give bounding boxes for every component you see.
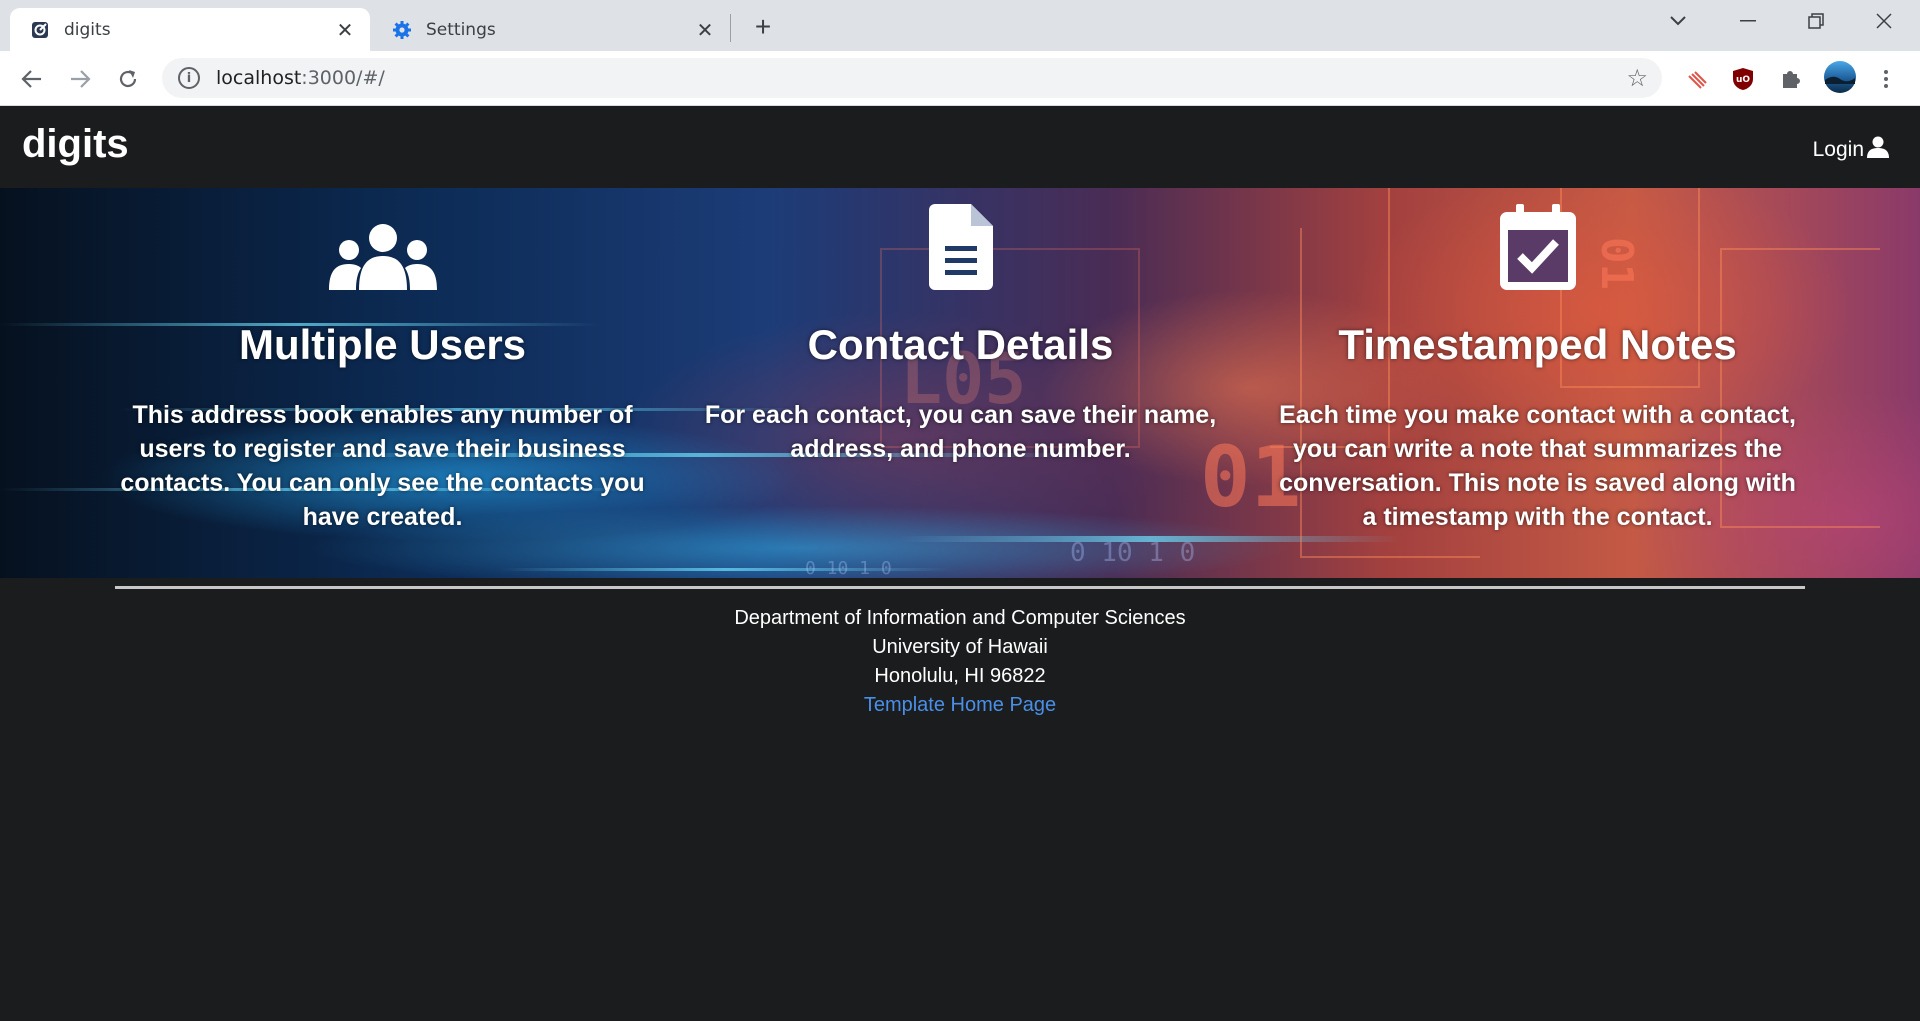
decorative-digits: 0 10 1 0 — [1070, 538, 1196, 568]
forward-button[interactable] — [64, 63, 96, 95]
user-icon — [1864, 136, 1890, 164]
browser-tab-settings[interactable]: Settings ✕ — [372, 8, 730, 51]
extensions-puzzle-icon[interactable] — [1774, 63, 1806, 95]
decorative-digits: 0 10 1 0 — [805, 558, 892, 578]
site-navbar: digits Login — [0, 106, 1920, 188]
site-footer: Department of Information and Computer S… — [0, 578, 1920, 1021]
profile-avatar[interactable] — [1822, 59, 1858, 95]
footer-university: University of Hawaii — [872, 636, 1048, 658]
feature-description: For each contact, you can save their nam… — [704, 401, 1217, 463]
login-dropdown[interactable]: Login — [1813, 136, 1890, 164]
file-text-icon — [673, 188, 1248, 298]
feature-description: Each time you make contact with a contac… — [1279, 401, 1796, 531]
reload-button[interactable] — [112, 63, 144, 95]
brand-logo[interactable]: digits — [22, 122, 129, 167]
calendar-check-icon — [1250, 188, 1825, 298]
close-window-button[interactable] — [1854, 0, 1914, 42]
close-tab-icon[interactable]: ✕ — [694, 18, 716, 42]
feature-timestamped-notes: Timestamped Notes Each time you make con… — [1250, 188, 1825, 534]
footer-divider — [115, 586, 1805, 589]
users-icon — [95, 188, 670, 298]
browser-menu-icon[interactable] — [1870, 63, 1902, 95]
minimize-button[interactable] — [1718, 0, 1778, 42]
browser-toolbar: i localhost:3000/#/ ☆ uO — [0, 51, 1920, 106]
feature-title: Contact Details — [807, 321, 1114, 368]
close-tab-icon[interactable]: ✕ — [334, 18, 356, 42]
template-home-page-link[interactable]: Template Home Page — [864, 694, 1056, 716]
feature-title: Timestamped Notes — [1338, 321, 1737, 368]
browser-tabstrip: digits ✕ Settings ✕ + — [0, 0, 1920, 51]
extension-stripes-icon[interactable] — [1680, 63, 1712, 95]
new-tab-button[interactable]: + — [748, 11, 778, 42]
hero-banner: 01 01 L05 0 10 1 0 0 10 1 0 Multiple Use… — [0, 188, 1920, 578]
bookmark-star-icon[interactable]: ☆ — [1626, 64, 1648, 92]
browser-tab-digits[interactable]: digits ✕ — [10, 8, 370, 51]
address-bar[interactable]: i localhost:3000/#/ ☆ — [162, 58, 1662, 98]
restore-button[interactable] — [1786, 0, 1846, 42]
feature-contact-details: Contact Details For each contact, you ca… — [673, 188, 1248, 466]
url-host: localhost — [216, 67, 302, 89]
login-label: Login — [1812, 138, 1864, 161]
tab-title: Settings — [426, 19, 496, 40]
footer-department: Department of Information and Computer S… — [734, 607, 1186, 629]
ublock-origin-icon[interactable]: uO — [1727, 63, 1759, 95]
feature-description: This address book enables any number of … — [120, 401, 645, 531]
svg-text:uO: uO — [1736, 75, 1750, 85]
footer-address: Honolulu, HI 96822 — [874, 665, 1046, 687]
meteor-favicon-icon — [30, 20, 50, 40]
url-path: :3000/#/ — [301, 67, 385, 89]
footer-text: Department of Information and Computer S… — [0, 604, 1920, 720]
site-info-icon[interactable]: i — [178, 67, 200, 89]
feature-title: Multiple Users — [238, 321, 527, 368]
feature-multiple-users: Multiple Users This address book enables… — [95, 188, 670, 534]
tab-divider — [730, 14, 731, 42]
back-button[interactable] — [16, 63, 48, 95]
tab-search-icon[interactable] — [1648, 0, 1708, 42]
tab-title: digits — [64, 19, 111, 40]
gear-icon — [392, 20, 412, 40]
